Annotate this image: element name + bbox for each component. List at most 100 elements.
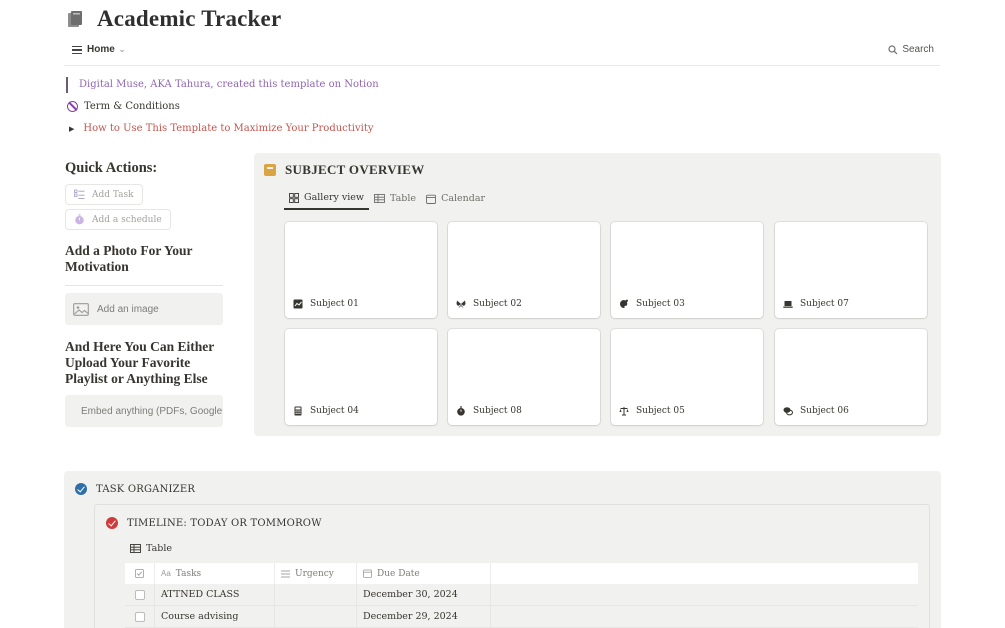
- timeline-heading: TIMELINE: TODAY OR TOMMOROW: [106, 517, 322, 529]
- calendar-icon: [426, 194, 437, 204]
- calculator-icon: [294, 406, 302, 416]
- urgency-cell[interactable]: [275, 584, 357, 605]
- card-label: Subject 06: [783, 406, 849, 416]
- due-date-cell[interactable]: December 29, 2024: [357, 606, 491, 627]
- toggle-arrow-icon[interactable]: ▶: [69, 125, 74, 133]
- add-task-label: Add Task: [92, 189, 134, 200]
- gallery-card-subject-04[interactable]: Subject 04: [285, 329, 437, 425]
- gallery-card-subject-06[interactable]: Subject 06: [775, 329, 927, 425]
- terms-link[interactable]: Term & Conditions: [67, 101, 180, 112]
- tab-table-label: Table: [146, 543, 173, 554]
- urgency-cell[interactable]: [275, 606, 357, 627]
- card-label: Subject 01: [293, 299, 359, 309]
- table-icon: [374, 194, 385, 203]
- stopwatch-icon: [75, 214, 84, 225]
- task-cell[interactable]: Course advising: [155, 606, 275, 627]
- table-header: Aa Tasks Urgency Due Date: [125, 563, 918, 584]
- tasks-table: Aa Tasks Urgency Due Date ATTNED CLASS D…: [125, 563, 918, 628]
- gallery-card-subject-05[interactable]: Subject 05: [611, 329, 763, 425]
- tab-calendar[interactable]: Calendar: [421, 187, 490, 210]
- table-row[interactable]: ATTNED CLASS December 30, 2024: [125, 584, 918, 606]
- view-bar: Home ⌄ Search: [64, 38, 940, 66]
- chat-icon: [783, 407, 793, 416]
- calendar-icon: [363, 569, 372, 578]
- subject-overview-panel: SUBJECT OVERVIEW Gallery view Table Cale…: [254, 153, 941, 436]
- card-label: Subject 04: [293, 406, 359, 416]
- author-quote: Digital Muse, AKA Tahura, created this t…: [66, 77, 379, 93]
- subject-overview-heading: SUBJECT OVERVIEW: [264, 162, 425, 178]
- column-header-tasks[interactable]: Aa Tasks: [155, 563, 275, 584]
- butterfly-icon: [456, 300, 466, 308]
- check-circle-icon: [75, 483, 87, 495]
- palette-icon: [620, 299, 628, 308]
- embed-button[interactable]: Embed anything (PDFs, Google Drive, and …: [65, 395, 223, 427]
- view-label: Home: [87, 44, 115, 56]
- select-all-column[interactable]: [125, 563, 155, 584]
- tab-table[interactable]: Table: [369, 187, 421, 210]
- card-label: Subject 08: [456, 406, 522, 416]
- add-task-button[interactable]: Add Task: [65, 184, 143, 205]
- card-label: Subject 03: [619, 299, 685, 309]
- gallery-card-subject-02[interactable]: Subject 02: [448, 222, 600, 318]
- book-icon: [264, 164, 276, 176]
- gallery-card-subject-08[interactable]: Subject 08: [448, 329, 600, 425]
- column-header-due-date[interactable]: Due Date: [357, 563, 491, 584]
- card-title: Subject 08: [473, 406, 522, 416]
- gallery-card-subject-03[interactable]: Subject 03: [611, 222, 763, 318]
- book-stack-icon: [66, 9, 86, 29]
- gallery-card-subject-01[interactable]: Subject 01: [285, 222, 437, 318]
- page-title: Academic Tracker: [97, 6, 282, 31]
- card-title: Subject 02: [473, 299, 522, 309]
- chevron-down-icon: ⌄: [118, 45, 126, 55]
- tab-table[interactable]: Table: [130, 543, 172, 554]
- laptop-icon: [783, 301, 793, 308]
- prohibited-icon: [67, 101, 78, 112]
- list-icon: [281, 570, 290, 577]
- card-title: Subject 07: [800, 299, 849, 309]
- gallery-icon: [289, 192, 299, 203]
- gallery-card-subject-07[interactable]: Subject 07: [775, 222, 927, 318]
- card-label: Subject 07: [783, 299, 849, 309]
- empty-cell: [491, 606, 918, 627]
- task-cell[interactable]: ATTNED CLASS: [155, 584, 275, 605]
- task-organizer-title: TASK ORGANIZER: [96, 483, 196, 495]
- card-title: Subject 06: [800, 406, 849, 416]
- tab-calendar-label: Calendar: [441, 193, 486, 204]
- table-row[interactable]: Course advising December 29, 2024: [125, 606, 918, 628]
- chart-icon: [293, 299, 303, 309]
- list-icon: [72, 44, 82, 56]
- card-title: Subject 01: [310, 299, 359, 309]
- add-schedule-button[interactable]: Add a schedule: [65, 209, 171, 230]
- checkbox[interactable]: [134, 611, 145, 622]
- search-label: Search: [902, 44, 934, 55]
- card-title: Subject 03: [636, 299, 685, 309]
- terms-label: Term & Conditions: [84, 101, 180, 112]
- search-button[interactable]: Search: [888, 44, 934, 55]
- column-header-label: Urgency: [295, 568, 334, 579]
- checkbox-icon: [135, 569, 144, 578]
- card-label: Subject 02: [456, 299, 522, 309]
- tab-gallery-view[interactable]: Gallery view: [284, 187, 370, 210]
- embed-heading: And Here You Can Either Upload Your Favo…: [65, 339, 215, 386]
- row-checkbox[interactable]: [125, 584, 155, 605]
- image-icon: [73, 302, 89, 316]
- task-organizer-panel: TASK ORGANIZER TIMELINE: TODAY OR TOMMOR…: [64, 471, 941, 628]
- checklist-icon: [74, 189, 85, 199]
- timeline-panel: TIMELINE: TODAY OR TOMMOROW Table Aa Tas…: [94, 504, 930, 628]
- row-checkbox[interactable]: [125, 606, 155, 627]
- column-header-urgency[interactable]: Urgency: [275, 563, 357, 584]
- empty-cell: [491, 584, 918, 605]
- page-header: Academic Tracker: [66, 4, 281, 34]
- howto-toggle[interactable]: ▶ How to Use This Template to Maximize Y…: [69, 123, 374, 134]
- view-selector-home[interactable]: Home ⌄: [72, 44, 126, 56]
- column-header-label: Tasks: [175, 568, 202, 579]
- tab-table-label: Table: [390, 193, 417, 204]
- column-header-empty: [491, 563, 918, 584]
- add-image-button[interactable]: Add an image: [65, 293, 223, 325]
- due-date-cell[interactable]: December 30, 2024: [357, 584, 491, 605]
- card-title: Subject 04: [310, 406, 359, 416]
- checkbox[interactable]: [134, 589, 145, 600]
- card-label: Subject 05: [619, 406, 685, 416]
- scales-icon: [619, 407, 629, 416]
- photo-heading: Add a Photo For Your Motivation: [65, 243, 193, 274]
